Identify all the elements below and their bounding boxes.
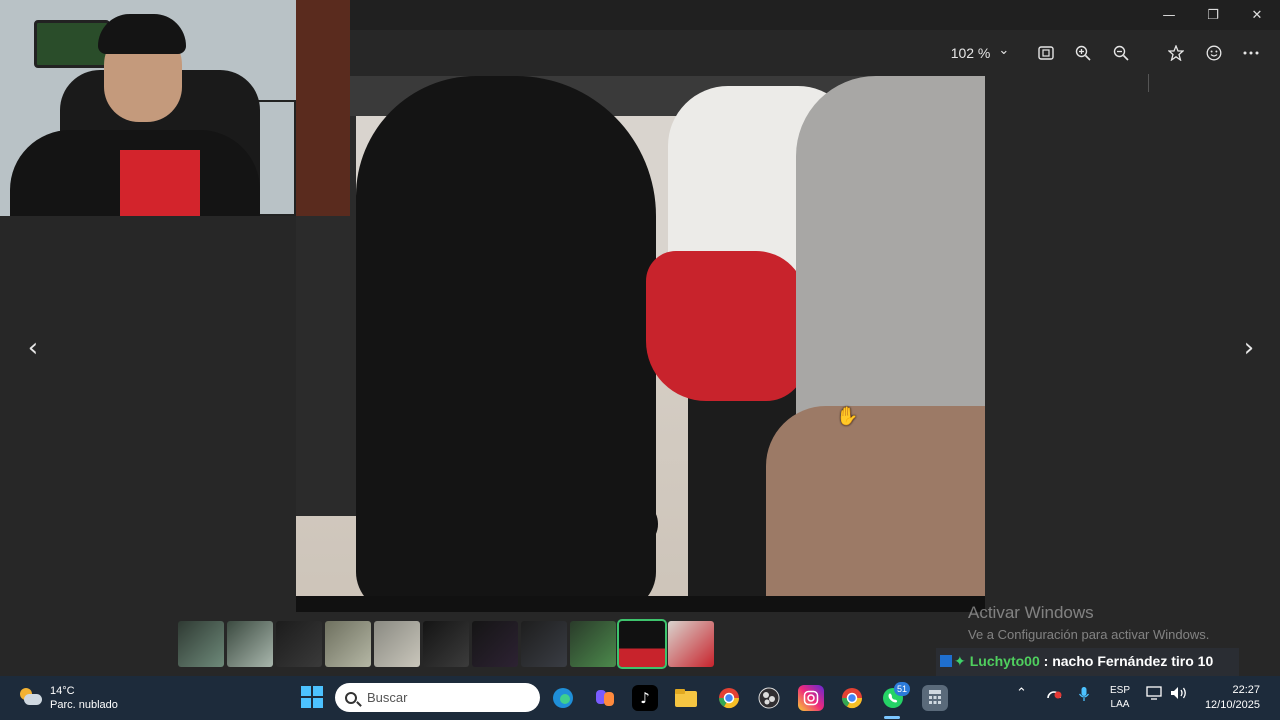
filmstrip-thumbnail[interactable] [423, 621, 469, 667]
partly-cloudy-icon [18, 688, 42, 708]
file-explorer-icon[interactable] [673, 685, 699, 711]
chevron-left-icon: ‹ [27, 333, 39, 363]
webcam-jersey-stripe [120, 150, 200, 216]
webcam-door [296, 0, 350, 216]
activation-subtitle: Ve a Configuración para activar Windows. [968, 627, 1210, 642]
close-button[interactable]: ✕ [1235, 0, 1279, 30]
clock-date: 12/10/2025 [1204, 699, 1260, 711]
activation-title: Activar Windows [968, 603, 1094, 622]
taskbar-search[interactable]: Buscar [335, 683, 540, 712]
zoom-out-icon[interactable] [1109, 38, 1133, 68]
zoom-level-dropdown[interactable]: 102 % ⌄ [944, 38, 1016, 68]
next-image-button[interactable]: › [1237, 333, 1261, 363]
filmstrip-thumbnail[interactable] [178, 621, 224, 667]
microphone-icon[interactable] [1078, 686, 1090, 706]
photo-bottom-bar [296, 596, 985, 612]
star-icon[interactable] [1164, 38, 1188, 68]
start-button[interactable] [301, 686, 323, 708]
search-placeholder: Buscar [367, 690, 408, 705]
tray-overflow-chevron-icon[interactable]: ⌃ [1016, 686, 1027, 701]
filmstrip-thumbnail[interactable] [570, 621, 616, 667]
weather-widget[interactable]: 14°C Parc. nublado [18, 684, 118, 712]
chat-separator: : [1039, 653, 1053, 669]
webcam-hair [98, 14, 186, 54]
filmstrip-thumbnail[interactable] [617, 619, 667, 669]
photo-red-jersey [646, 251, 806, 401]
filmstrip-thumbnail[interactable] [521, 621, 567, 667]
taskbar-clock[interactable]: 22:27 12/10/2025 [1205, 683, 1260, 713]
chat-badge-icon [940, 655, 952, 667]
chat-username: Luchyto00 [969, 653, 1040, 669]
language-line2: LAA [1110, 699, 1130, 710]
language-indicator[interactable]: ESP LAA [1110, 684, 1130, 712]
edge-icon[interactable] [550, 685, 576, 711]
language-line1: ESP [1110, 685, 1131, 696]
more-icon[interactable] [1239, 38, 1263, 68]
photo-person-black-shirt [356, 76, 656, 612]
filmstrip-thumbnail[interactable] [227, 621, 273, 667]
filmstrip-thumbnail[interactable] [374, 621, 420, 667]
zoom-level-value: 102 % [950, 45, 991, 61]
taskbar: 14°C Parc. nublado Buscar ♪ 51 ⌃ ESP LAA [0, 676, 1280, 720]
filmstrip [178, 619, 714, 669]
volume-icon[interactable] [1170, 686, 1188, 704]
weather-temperature: 14°C [50, 685, 75, 697]
active-app-indicator [884, 716, 900, 719]
filmstrip-thumbnail[interactable] [472, 621, 518, 667]
activation-watermark: Activar Windows Ve a Configuración para … [968, 603, 1209, 642]
fit-to-window-icon[interactable] [1034, 38, 1058, 68]
instagram-icon[interactable] [798, 685, 824, 711]
filmstrip-thumbnail[interactable] [325, 621, 371, 667]
chevron-down-icon: ⌄ [998, 42, 1010, 58]
filmstrip-thumbnail[interactable] [276, 621, 322, 667]
minimize-button[interactable]: — [1147, 0, 1191, 30]
hand-cursor-icon: ✋ [836, 406, 859, 427]
chrome-icon[interactable] [839, 685, 865, 711]
search-icon [345, 691, 357, 704]
photo-viewer-window: — ❐ ✕ 102 % ⌄ ‹ › ✋ Activar Windows Ve a… [0, 0, 1280, 720]
tiktok-icon[interactable]: ♪ [632, 685, 658, 711]
whatsapp-unread-badge: 51 [894, 682, 910, 696]
obs-icon[interactable] [756, 685, 782, 711]
previous-image-button[interactable]: ‹ [21, 333, 45, 363]
filmstrip-thumbnail[interactable] [668, 621, 714, 667]
chrome-profile-a-icon[interactable] [716, 685, 742, 711]
clock-time: 22:27 [1232, 684, 1260, 696]
tray-app-icon[interactable] [1046, 686, 1062, 704]
weather-description: Parc. nublado [50, 699, 118, 711]
chat-sparkle-icon: ✦ [954, 654, 966, 670]
calculator-icon[interactable] [922, 685, 948, 711]
zoom-in-icon[interactable] [1071, 38, 1095, 68]
network-icon[interactable] [1146, 686, 1164, 704]
restore-button[interactable]: ❐ [1191, 0, 1235, 30]
chevron-right-icon: › [1243, 333, 1255, 363]
webcam-overlay [0, 0, 350, 216]
main-photo[interactable] [296, 76, 985, 612]
toolbar-divider [1148, 74, 1149, 92]
smiley-icon[interactable] [1202, 38, 1226, 68]
photo-arm [766, 406, 985, 612]
copilot-icon[interactable] [592, 685, 618, 711]
